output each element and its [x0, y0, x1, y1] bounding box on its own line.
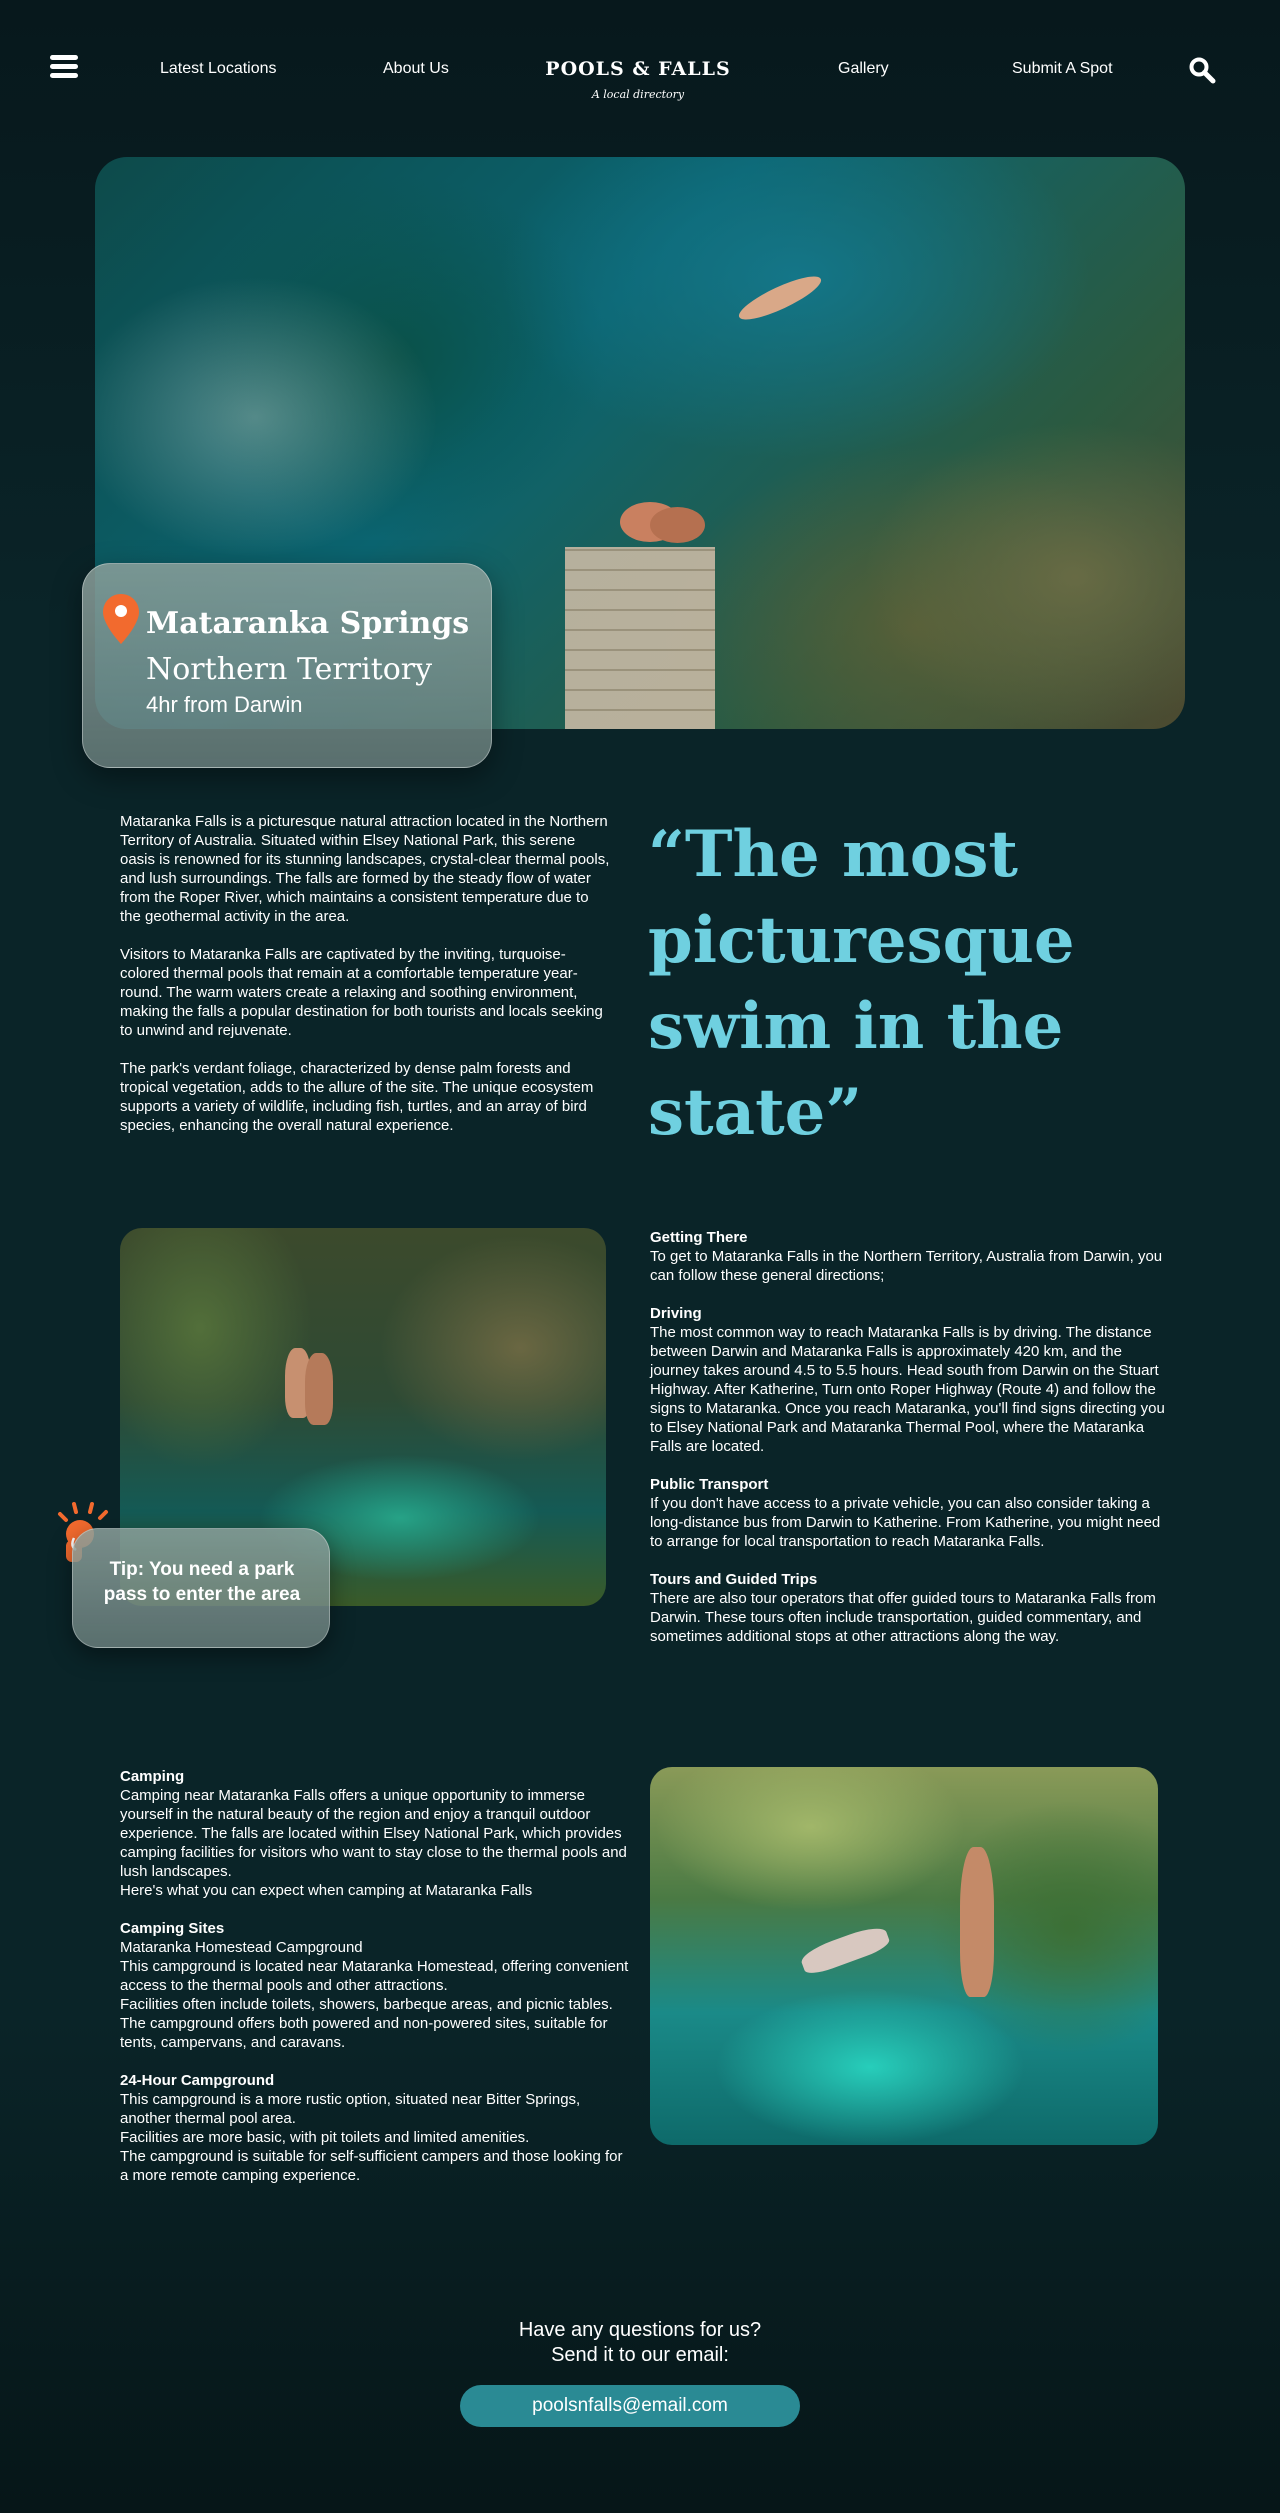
campground-24h-line: This campground is a more rustic option,…	[120, 2091, 581, 2127]
tours-title: Tours and Guided Trips	[650, 1571, 818, 1588]
location-region: Northern Territory	[146, 652, 433, 687]
search-icon[interactable]	[1188, 56, 1216, 84]
contact-section: Have any questions for us? Send it to ou…	[0, 2318, 1280, 2368]
menu-icon[interactable]	[50, 55, 78, 79]
public-transport-title: Public Transport	[650, 1476, 769, 1493]
camping-intro-2: Here's what you can expect when camping …	[120, 1882, 533, 1899]
getting-there-intro: To get to Mataranka Falls in the Norther…	[650, 1248, 1163, 1284]
camping-sites-line: This campground is located near Matarank…	[120, 1958, 629, 1994]
pull-quote: “The most picturesque swim in the state”	[648, 817, 1075, 1150]
camping-title: Camping	[120, 1768, 185, 1785]
brand-title: POOLS & FALLS	[545, 58, 731, 80]
camping-sites-line: Facilities often include toilets, shower…	[120, 1996, 613, 2013]
getting-there-title: Getting There	[650, 1229, 748, 1246]
diving-person	[798, 1922, 892, 1978]
camping-intro: Camping near Mataranka Falls offers a un…	[120, 1787, 627, 1880]
intro-text: Mataranka Falls is a picturesque natural…	[120, 812, 610, 1154]
email-button[interactable]: poolsnfalls@email.com	[460, 2385, 800, 2427]
hero-dock	[565, 547, 715, 729]
hero-swimmer	[734, 269, 826, 327]
driving-title: Driving	[650, 1305, 702, 1322]
contact-instruction: Send it to our email:	[551, 2344, 729, 2366]
camping-sites-title: Camping Sites	[120, 1920, 225, 1937]
campground-24h-line: The campground is suitable for self-suff…	[120, 2148, 623, 2184]
camping-section: Camping Camping near Mataranka Falls off…	[120, 1767, 632, 2204]
tip-card: Tip: You need a park pass to enter the a…	[72, 1528, 330, 1648]
contact-question: Have any questions for us?	[518, 2319, 762, 2341]
brand-subtitle: A local directory	[591, 88, 685, 101]
nav-gallery[interactable]: Gallery	[838, 60, 889, 78]
tip-text: Tip: You need a park pass to enter the a…	[103, 1559, 301, 1605]
public-transport-text: If you don't have access to a private ve…	[650, 1495, 1161, 1550]
brand-logo[interactable]: POOLS & FALLS A local directory	[538, 58, 738, 101]
intro-paragraph: The park's verdant foliage, characterize…	[120, 1060, 594, 1134]
intro-paragraph: Visitors to Mataranka Falls are captivat…	[120, 946, 603, 1039]
diving-photo	[650, 1767, 1158, 2145]
tours-text: There are also tour operators that offer…	[650, 1590, 1156, 1645]
hero-sitting-person	[650, 507, 705, 543]
location-card: Mataranka Springs Northern Territory 4hr…	[82, 563, 492, 768]
top-navigation: Latest Locations About Us POOLS & FALLS …	[0, 0, 1280, 130]
campground-24h-line: Facilities are more basic, with pit toil…	[120, 2129, 530, 2146]
map-pin-icon	[103, 594, 139, 644]
camping-sites-line: The campground offers both powered and n…	[120, 2015, 608, 2051]
campground-24h-title: 24-Hour Campground	[120, 2072, 275, 2089]
jumping-person	[305, 1353, 333, 1425]
camping-sites-line: Mataranka Homestead Campground	[120, 1939, 363, 1956]
driving-text: The most common way to reach Mataranka F…	[650, 1324, 1165, 1455]
location-name: Mataranka Springs	[146, 606, 470, 641]
nav-latest-locations[interactable]: Latest Locations	[160, 60, 277, 78]
location-distance: 4hr from Darwin	[146, 692, 303, 717]
standing-person	[960, 1847, 994, 1997]
nav-about-us[interactable]: About Us	[383, 60, 449, 78]
intro-paragraph: Mataranka Falls is a picturesque natural…	[120, 813, 610, 925]
getting-there-section: Getting There To get to Mataranka Falls …	[650, 1228, 1165, 1665]
nav-submit-a-spot[interactable]: Submit A Spot	[1012, 60, 1113, 78]
